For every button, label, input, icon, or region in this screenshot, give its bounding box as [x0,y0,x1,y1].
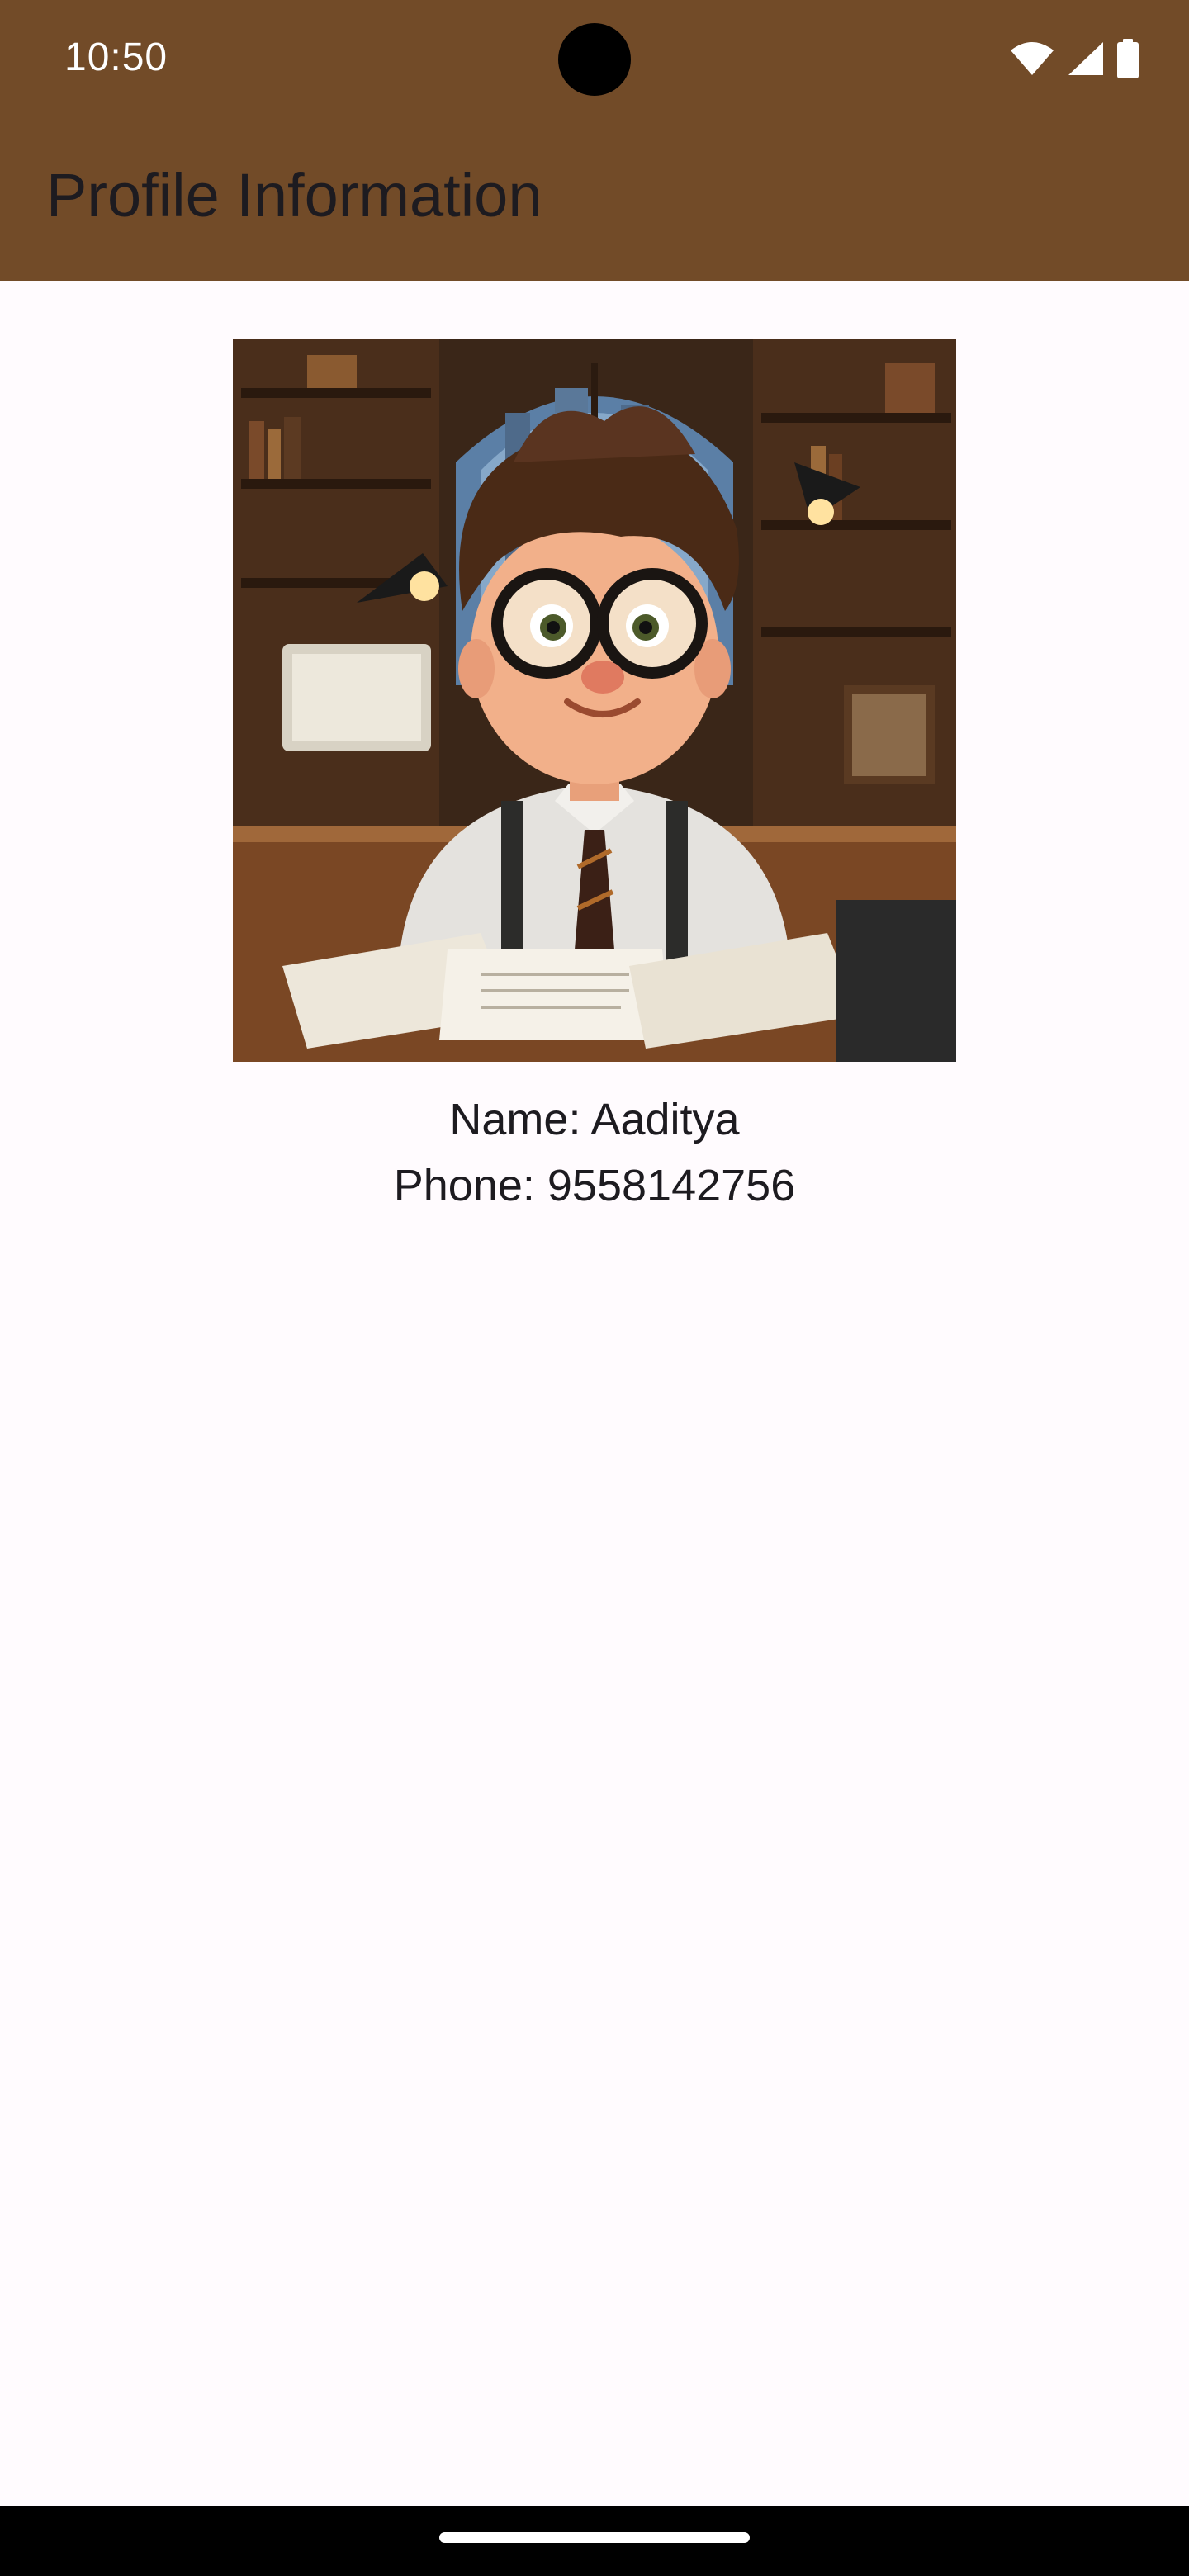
profile-content: Name: Aaditya Phone: 9558142756 [0,281,1189,2506]
status-icons [1009,38,1139,79]
profile-name: Name: Aaditya [449,1095,740,1144]
page-title: Profile Information [46,161,542,230]
signal-icon [1067,40,1105,77]
home-gesture-handle[interactable] [439,2532,750,2543]
profile-phone: Phone: 9558142756 [393,1161,796,1210]
app-bar: Profile Information [0,124,1189,281]
status-time: 10:50 [64,36,168,79]
wifi-icon [1009,40,1055,77]
status-bar: 10:50 [0,0,1189,124]
screen: 10:50 Profile Information Name: Aaditya … [0,0,1189,2576]
front-camera-cutout [558,23,631,96]
profile-picture [233,339,956,1062]
battery-icon [1116,39,1139,78]
navigation-bar [0,2506,1189,2576]
